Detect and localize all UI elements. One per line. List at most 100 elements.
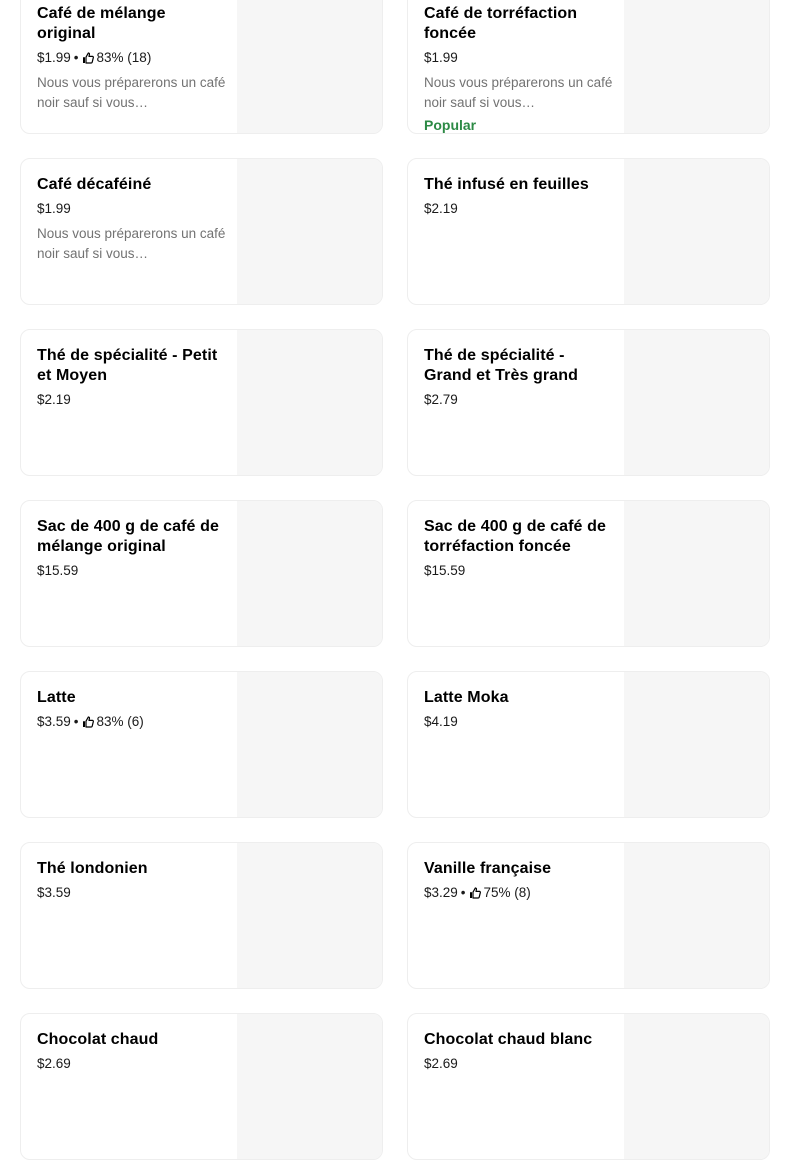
menu-item-meta: $2.19 <box>37 391 227 409</box>
menu-item-card[interactable]: Latte $3.59 • 83% (6) <box>20 671 383 818</box>
menu-item-meta: $1.99 • 83% (18) <box>37 49 227 67</box>
menu-item-info: Latte $3.59 • 83% (6) <box>37 688 227 731</box>
menu-item-image-placeholder[interactable] <box>237 672 382 817</box>
menu-item-image-placeholder[interactable] <box>624 672 769 817</box>
menu-item-info: Thé infusé en feuilles $2.19 <box>424 175 614 218</box>
menu-item-image-placeholder[interactable] <box>237 1014 382 1159</box>
menu-item-price: $15.59 <box>37 563 79 578</box>
menu-item-image-placeholder[interactable] <box>624 1014 769 1159</box>
menu-item-meta: $1.99 <box>424 49 614 67</box>
menu-item-card[interactable]: Thé infusé en feuilles $2.19 <box>407 158 770 305</box>
menu-item-meta: $1.99 <box>37 200 227 218</box>
menu-item-rating: • 75% (8) <box>458 884 531 902</box>
menu-item-info: Vanille française $3.29 • 75% (8) <box>424 859 614 902</box>
menu-item-image-placeholder[interactable] <box>237 843 382 988</box>
menu-item-info: Café décaféiné $1.99 Nous vous préparero… <box>37 175 227 264</box>
menu-item-rating: • 83% (18) <box>71 49 152 67</box>
menu-item-price: $3.29 <box>424 885 458 900</box>
menu-item-price: $2.79 <box>424 392 458 407</box>
menu-item-meta: $2.19 <box>424 200 614 218</box>
menu-item-name: Thé londonien <box>37 860 148 877</box>
menu-item-price: $2.19 <box>424 201 458 216</box>
menu-item-price: $4.19 <box>424 714 458 729</box>
menu-item-meta: $2.69 <box>37 1055 227 1073</box>
menu-item-description: Nous vous préparerons un café noir sauf … <box>424 75 613 110</box>
meta-separator: • <box>73 50 79 65</box>
menu-item-info: Thé de spécialité - Grand et Très grand … <box>424 346 614 409</box>
menu-item-info: Thé londonien $3.59 <box>37 859 227 902</box>
menu-item-info: Sac de 400 g de café de mélange original… <box>37 517 227 580</box>
menu-item-meta: $2.79 <box>424 391 614 409</box>
meta-separator: • <box>73 714 79 729</box>
menu-item-rating-value: 75% (8) <box>483 885 531 900</box>
menu-item-card[interactable]: Thé de spécialité - Petit et Moyen $2.19 <box>20 329 383 476</box>
menu-item-image-placeholder[interactable] <box>237 159 382 304</box>
menu-item-image-placeholder[interactable] <box>624 843 769 988</box>
meta-separator: • <box>460 885 466 900</box>
menu-item-price: $3.59 <box>37 885 71 900</box>
menu-item-rating: • 83% (6) <box>71 713 144 731</box>
menu-item-rating-value: 83% (18) <box>96 50 152 65</box>
menu-item-name: Café décaféiné <box>37 176 152 193</box>
menu-item-description: Nous vous préparerons un café noir sauf … <box>37 226 226 261</box>
menu-item-image-placeholder[interactable] <box>237 0 382 133</box>
menu-item-info: Latte Moka $4.19 <box>424 688 614 731</box>
menu-item-price: $1.99 <box>37 50 71 65</box>
menu-item-info: Café de mélange original $1.99 • 83% (18… <box>37 4 227 113</box>
menu-item-name: Café de torréfaction foncée <box>424 5 578 42</box>
menu-item-image-placeholder[interactable] <box>237 501 382 646</box>
menu-item-info: Chocolat chaud blanc $2.69 <box>424 1030 614 1073</box>
menu-item-price: $1.99 <box>37 201 71 216</box>
thumbs-up-icon <box>82 716 94 728</box>
menu-item-card[interactable]: Sac de 400 g de café de torréfaction fon… <box>407 500 770 647</box>
menu-item-price: $15.59 <box>424 563 466 578</box>
menu-item-image-placeholder[interactable] <box>624 330 769 475</box>
menu-item-image-placeholder[interactable] <box>624 0 769 133</box>
menu-item-name: Latte <box>37 689 76 706</box>
menu-item-info: Thé de spécialité - Petit et Moyen $2.19 <box>37 346 227 409</box>
menu-item-name: Thé infusé en feuilles <box>424 176 589 193</box>
menu-item-name: Chocolat chaud blanc <box>424 1031 593 1048</box>
menu-item-info: Café de torréfaction foncée $1.99 Nous v… <box>424 4 614 133</box>
menu-item-card[interactable]: Café de torréfaction foncée $1.99 Nous v… <box>407 0 770 134</box>
menu-item-card[interactable]: Sac de 400 g de café de mélange original… <box>20 500 383 647</box>
menu-item-name: Sac de 400 g de café de torréfaction fon… <box>424 518 606 555</box>
menu-item-meta: $15.59 <box>424 562 614 580</box>
menu-item-grid: Café de mélange original $1.99 • 83% (18… <box>20 0 770 1160</box>
menu-item-meta: $3.59 • 83% (6) <box>37 713 227 731</box>
menu-item-info: Chocolat chaud $2.69 <box>37 1030 227 1073</box>
menu-item-price: $2.19 <box>37 392 71 407</box>
menu-item-card[interactable]: Vanille française $3.29 • 75% (8) <box>407 842 770 989</box>
menu-item-meta: $3.59 <box>37 884 227 902</box>
menu-item-card[interactable]: Thé de spécialité - Grand et Très grand … <box>407 329 770 476</box>
menu-item-description: Nous vous préparerons un café noir sauf … <box>37 75 226 110</box>
menu-item-name: Sac de 400 g de café de mélange original <box>37 518 219 555</box>
menu-item-image-placeholder[interactable] <box>237 330 382 475</box>
menu-item-meta: $15.59 <box>37 562 227 580</box>
menu-item-meta: $3.29 • 75% (8) <box>424 884 614 902</box>
menu-item-meta: $2.69 <box>424 1055 614 1073</box>
menu-item-name: Café de mélange original <box>37 5 166 42</box>
menu-item-name: Thé de spécialité - Grand et Très grand <box>424 347 578 384</box>
menu-item-price: $2.69 <box>37 1056 71 1071</box>
menu-item-card[interactable]: Café décaféiné $1.99 Nous vous préparero… <box>20 158 383 305</box>
menu-item-card[interactable]: Chocolat chaud $2.69 <box>20 1013 383 1160</box>
menu-item-card[interactable]: Chocolat chaud blanc $2.69 <box>407 1013 770 1160</box>
menu-item-name: Latte Moka <box>424 689 509 706</box>
menu-item-name: Vanille française <box>424 860 552 877</box>
thumbs-up-icon <box>82 52 94 64</box>
menu-item-name: Chocolat chaud <box>37 1031 159 1048</box>
menu-item-card[interactable]: Thé londonien $3.59 <box>20 842 383 989</box>
menu-item-image-placeholder[interactable] <box>624 159 769 304</box>
menu-item-meta: $4.19 <box>424 713 614 731</box>
menu-item-name: Thé de spécialité - Petit et Moyen <box>37 347 218 384</box>
menu-item-info: Sac de 400 g de café de torréfaction fon… <box>424 517 614 580</box>
menu-item-price: $3.59 <box>37 714 71 729</box>
menu-item-card[interactable]: Café de mélange original $1.99 • 83% (18… <box>20 0 383 134</box>
menu-item-price: $2.69 <box>424 1056 458 1071</box>
menu-item-price: $1.99 <box>424 50 458 65</box>
thumbs-up-icon <box>469 887 481 899</box>
menu-item-rating-value: 83% (6) <box>96 714 144 729</box>
menu-item-image-placeholder[interactable] <box>624 501 769 646</box>
menu-item-card[interactable]: Latte Moka $4.19 <box>407 671 770 818</box>
